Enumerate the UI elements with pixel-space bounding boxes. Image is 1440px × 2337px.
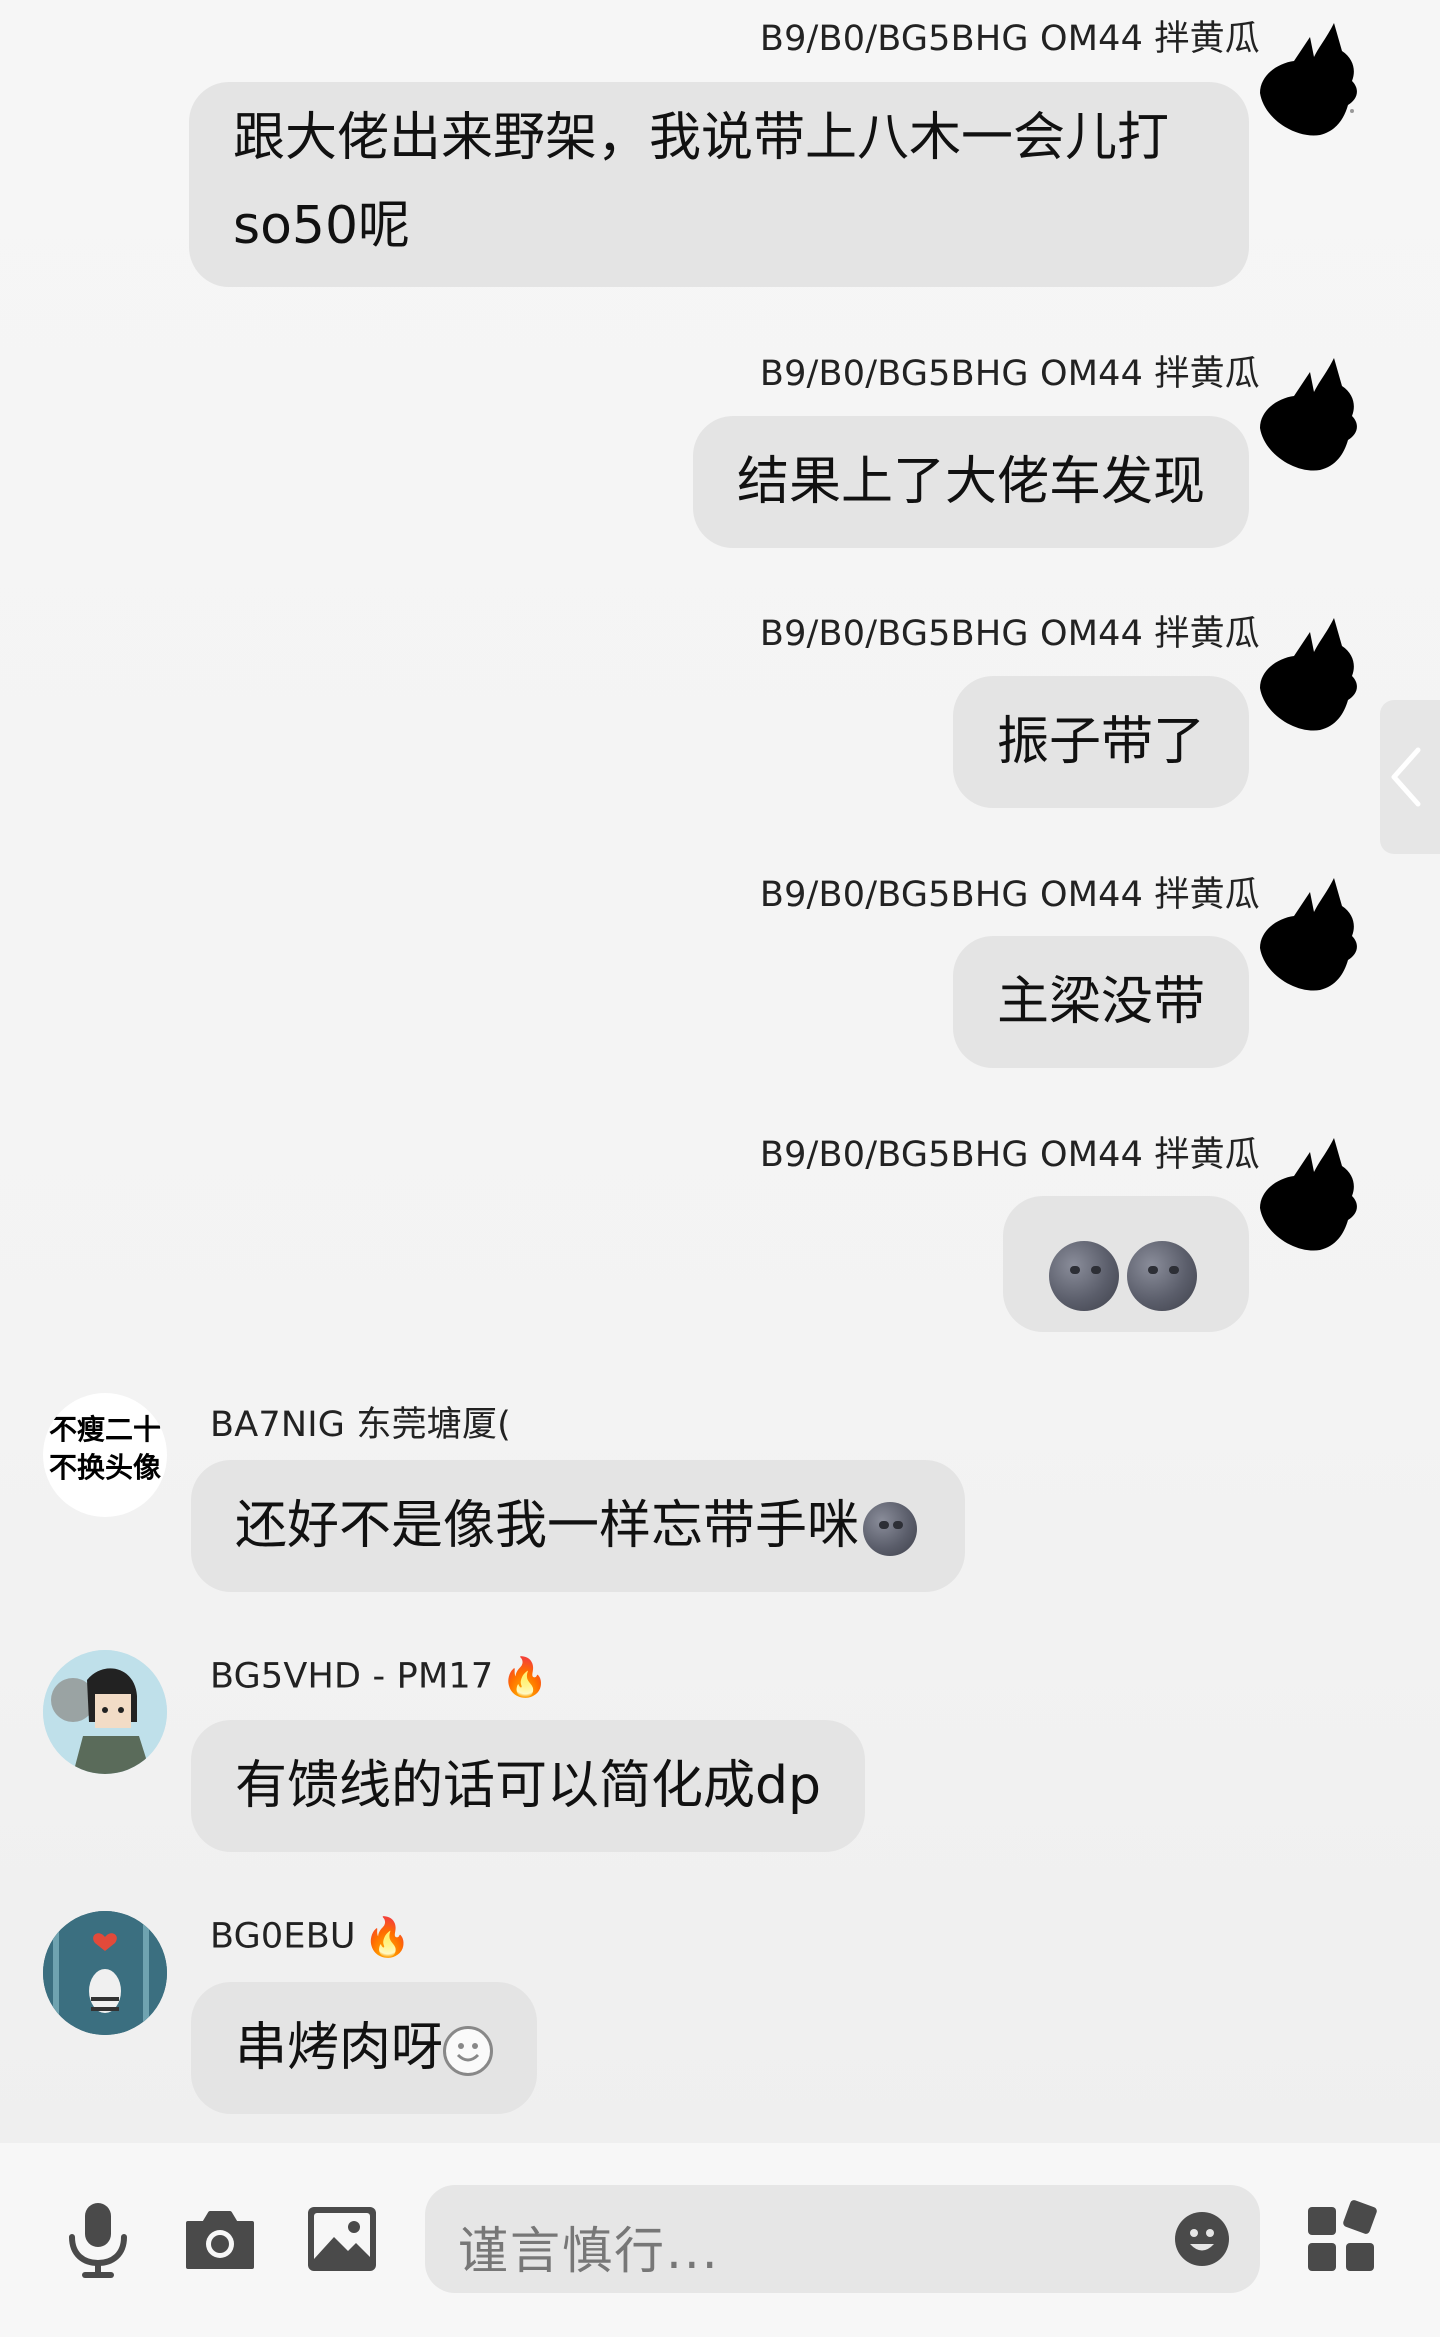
cat-silhouette-avatar[interactable] [1250,15,1374,139]
fire-icon: 🔥 [363,1915,412,1959]
sender-name: B9/B0/BG5BHG OM44 拌黄瓜 [759,614,1260,654]
message-bubble[interactable]: 有馈线的话可以简化成dp [191,1720,866,1852]
message-bubble[interactable]: 振子带了 [952,676,1249,808]
message-bubble[interactable]: 串烤肉呀 [191,1982,538,2114]
message-text: 结果上了大佬车发现 [736,452,1205,512]
cartoon-avatar[interactable] [43,1911,167,2035]
message-bubble[interactable]: 跟大佬出来野架，我说带上八木一会儿打 so50呢 [189,82,1249,287]
message-text: 串烤肉呀 [235,2018,444,2078]
text-avatar[interactable]: 不瘦二十 不换头像 [43,1393,167,1517]
message-bubble[interactable]: 主梁没带 [952,936,1249,1068]
fire-icon: 🔥 [501,1655,549,1699]
chevron-left-icon [1391,747,1421,807]
sender-row: BG5VHD - PM17 🔥 [210,1655,549,1700]
cat-silhouette-avatar[interactable] [1250,1130,1374,1254]
message-text: 有馈线的话可以简化成dp [235,1756,822,1816]
new-moon-face-icon [863,1502,918,1556]
sender-name: BA7NIG 东莞塘厦( [210,1405,512,1445]
new-moon-face-icon [1049,1241,1119,1311]
side-panel-toggle[interactable] [1380,700,1440,854]
sender-name: B9/B0/BG5BHG OM44 拌黄瓜 [759,354,1260,394]
cat-silhouette-avatar[interactable] [1250,350,1374,474]
microphone-icon[interactable] [58,2199,138,2279]
camera-icon[interactable] [180,2199,260,2279]
emoji-icon[interactable] [1174,2211,1230,2267]
sender-name: B9/B0/BG5BHG OM44 拌黄瓜 [759,1135,1260,1175]
anime-character-avatar[interactable] [43,1650,167,1774]
message-text-line1: 跟大佬出来野架，我说带上八木一会儿打 [233,108,1170,168]
input-placeholder: 谨言慎行... [458,2222,720,2280]
sender-row: BG0EBU 🔥 [210,1915,411,1960]
more-apps-icon[interactable] [1302,2199,1382,2279]
cat-silhouette-avatar[interactable] [1250,610,1374,734]
message-text-line2: so50呢 [233,196,411,256]
image-gallery-icon[interactable] [302,2199,382,2279]
message-input[interactable]: 谨言慎行... [425,2185,1260,2293]
sender-name: B9/B0/BG5BHG OM44 拌黄瓜 [759,19,1260,59]
cat-silhouette-avatar[interactable] [1250,870,1374,994]
message-bubble[interactable] [1003,1196,1249,1332]
message-bubble[interactable]: 还好不是像我一样忘带手咪 [191,1460,966,1592]
avatar-text-line2: 不换头像 [48,1451,161,1484]
sender-name: BG0EBU [210,1916,356,1957]
message-text: 还好不是像我一样忘带手咪 [235,1496,860,1556]
avatar-text-line1: 不瘦二十 [48,1413,161,1446]
new-moon-face-icon [1127,1241,1197,1311]
sender-name: B9/B0/BG5BHG OM44 拌黄瓜 [759,875,1260,915]
message-text: 主梁没带 [996,972,1205,1032]
bottom-input-bar: 谨言慎行... [0,2143,1440,2337]
message-bubble[interactable]: 结果上了大佬车发现 [692,416,1249,548]
message-text: 振子带了 [996,712,1205,772]
smiley-face-icon [443,2026,494,2076]
sender-name: BG5VHD - PM17 [210,1656,494,1697]
